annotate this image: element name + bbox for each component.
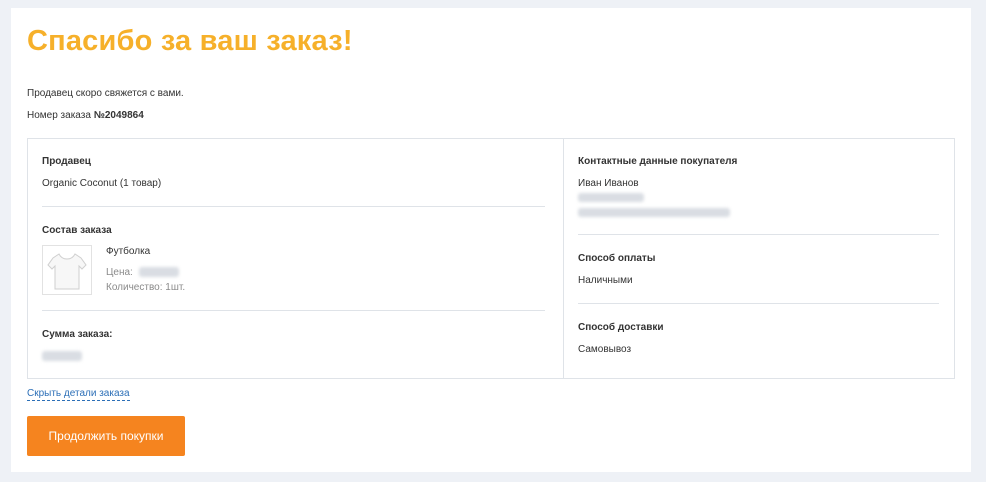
delivery-method-heading: Способ доставки [578,322,664,333]
order-total-heading: Сумма заказа: [42,329,113,340]
hide-order-details-link[interactable]: Скрыть детали заказа [27,388,130,401]
order-number-label: Номер заказа [27,110,91,121]
order-details-left-column: Продавец Organic Coconut (1 товар) Соста… [28,139,564,378]
order-details-panel: Продавец Organic Coconut (1 товар) Соста… [27,138,955,379]
divider [42,310,545,311]
order-total-value-redacted [42,351,82,361]
product-quantity: Количество: 1шт. [106,282,186,293]
buyer-name: Иван Иванов [578,178,639,189]
seller-name: Organic Coconut (1 товар) [42,178,162,189]
order-contents-heading: Состав заказа [42,225,112,236]
buyer-phone-redacted [578,193,644,202]
payment-method-heading: Способ оплаты [578,253,656,264]
divider [578,303,939,304]
product-name: Футболка [106,246,151,257]
buyer-contacts-heading: Контактные данные покупателя [578,156,738,167]
product-price-value-redacted [138,267,179,278]
divider [42,206,545,207]
delivery-method-value: Самовывоз [578,344,632,355]
product-price-label: Цена: [106,267,133,278]
seller-heading: Продавец [42,156,91,167]
payment-method-value: Наличными [578,275,633,286]
page-title: Спасибо за ваш заказ! [27,25,353,57]
order-number: Номер заказа №2049864 [27,110,144,121]
product-thumbnail[interactable] [42,245,92,295]
seller-contact-message: Продавец скоро свяжется с вами. [27,88,184,99]
divider [578,234,939,235]
order-details-right-column: Контактные данные покупателя Иван Иванов… [564,139,954,378]
product-price: Цена: [106,267,179,278]
order-confirmation-card: Спасибо за ваш заказ! Продавец скоро свя… [11,8,971,472]
continue-shopping-button[interactable]: Продолжить покупки [27,416,185,456]
buyer-email-redacted [578,208,730,217]
tshirt-icon [47,253,87,290]
order-number-value: №2049864 [93,110,144,121]
